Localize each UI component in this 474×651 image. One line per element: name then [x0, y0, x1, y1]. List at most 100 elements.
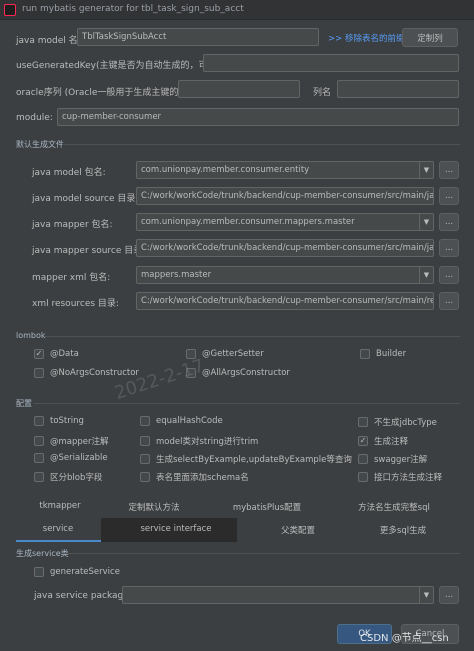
browse-button[interactable]: ... [439, 187, 459, 205]
config-item-checkbox[interactable] [358, 472, 368, 482]
config-item-checkbox[interactable] [358, 454, 368, 464]
java-model-name-input[interactable]: TblTaskSignSubAcct [77, 28, 319, 46]
tab-父类配置[interactable]: 父类配置 [238, 524, 358, 536]
remove-prefix-link[interactable]: >> 移除表名的前缀 [328, 32, 404, 44]
lombok-item-checkbox[interactable]: ✓ [34, 349, 44, 359]
config-item-label: @Serializable [50, 453, 108, 463]
lombok-item-label: @AllArgsConstructor [202, 368, 290, 378]
config-item-option[interactable]: @Serializable [34, 453, 108, 463]
config-item-option[interactable]: model类对string进行trim [140, 435, 258, 447]
default-file-value: C:/work/workCode/trunk/backend/cup-membe… [141, 296, 433, 306]
title-bar: run mybatis generator for tbl_task_sign_… [0, 0, 474, 20]
java-service-package-label: java service package [34, 591, 129, 601]
default-file-label: xml resources 目录: [32, 299, 119, 309]
config-item-option[interactable]: toString [34, 416, 84, 426]
default-file-combo[interactable]: com.unionpay.member.consumer.entity ▼ [136, 161, 434, 179]
default-file-value: com.unionpay.member.consumer.mappers.mas… [141, 217, 355, 227]
intellij-app-icon [4, 4, 16, 16]
lombok-section-title: lombok [16, 331, 46, 340]
config-separator [34, 403, 460, 404]
oracle-sequence-label: oracle序列 (Oracle一般用于生成主键的序列) [16, 88, 200, 98]
checkmark-icon: ✓ [359, 436, 367, 445]
java-model-name-value: TblTaskSignSubAcct [82, 32, 167, 42]
config-item-checkbox[interactable]: ✓ [358, 436, 368, 446]
lombok-item-option[interactable]: ✓ @Data [34, 349, 79, 359]
tab-方法名生成完整sql[interactable]: 方法名生成完整sql [334, 501, 454, 513]
default-file-value: mappers.master [141, 270, 212, 280]
config-item-checkbox[interactable] [140, 472, 150, 482]
default-file-value: C:/work/workCode/trunk/backend/cup-membe… [141, 191, 434, 201]
config-item-option[interactable]: 接口方法生成注释 [358, 471, 442, 483]
config-item-checkbox[interactable] [34, 416, 44, 426]
module-label: module: [16, 113, 53, 123]
config-item-checkbox[interactable] [34, 472, 44, 482]
config-item-option[interactable]: 生成selectByExample,updateByExample等查询 [140, 453, 352, 465]
service-separator [60, 553, 460, 554]
browse-button[interactable]: ... [439, 161, 459, 179]
tab-service[interactable]: service [0, 524, 118, 534]
default-file-combo[interactable]: com.unionpay.member.consumer.mappers.mas… [136, 213, 434, 231]
java-service-package-browse-button[interactable]: ... [439, 586, 459, 604]
module-input[interactable]: cup-member-consumer [57, 108, 459, 126]
default-file-path-input[interactable]: C:/work/workCode/trunk/backend/cup-membe… [136, 187, 434, 205]
tab-更多sql生成[interactable]: 更多sql生成 [343, 524, 463, 536]
config-item-option[interactable]: 表名里面添加schema名 [140, 471, 249, 483]
generate-service-option[interactable]: generateService [34, 567, 120, 577]
tab-定制默认方法[interactable]: 定制默认方法 [94, 501, 214, 513]
config-item-checkbox[interactable] [140, 416, 150, 426]
lombok-item-label: @Data [50, 349, 79, 359]
browse-button[interactable]: ... [439, 292, 459, 310]
config-item-label: toString [50, 416, 84, 426]
chevron-down-icon[interactable]: ▼ [419, 162, 433, 178]
default-file-label: mapper xml 包名: [32, 273, 111, 283]
lombok-item-checkbox[interactable] [34, 368, 44, 378]
config-item-checkbox[interactable] [140, 436, 150, 446]
tab-service-interface[interactable]: service interface [116, 524, 236, 534]
oracle-sequence-input[interactable] [178, 80, 300, 98]
lombok-item-checkbox[interactable] [360, 349, 370, 359]
column-name-input[interactable] [337, 80, 459, 98]
config-item-option[interactable]: 区分blob字段 [34, 471, 102, 483]
use-generated-key-label: useGeneratedKey(主键是否为自动生成的，可为空): [16, 61, 233, 71]
config-item-option[interactable]: swagger注解 [358, 453, 427, 465]
customize-columns-button[interactable]: 定制列 [402, 28, 458, 47]
config-item-option[interactable]: 不生成jdbcType [358, 416, 437, 428]
default-files-section-title: 默认生成文件 [16, 140, 64, 149]
default-file-path-input[interactable]: C:/work/workCode/trunk/backend/cup-membe… [136, 292, 434, 310]
browse-button[interactable]: ... [439, 213, 459, 231]
generate-service-checkbox[interactable] [34, 567, 44, 577]
chevron-down-icon[interactable]: ▼ [419, 214, 433, 230]
default-file-combo[interactable]: mappers.master ▼ [136, 266, 434, 284]
config-item-checkbox[interactable] [358, 417, 368, 427]
tab-mybatisplus配置[interactable]: mybatisPlus配置 [207, 501, 327, 513]
config-item-checkbox[interactable] [34, 453, 44, 463]
browse-button[interactable]: ... [439, 266, 459, 284]
lombok-item-option[interactable]: @NoArgsConstructor [34, 368, 139, 378]
lombok-separator [44, 336, 460, 337]
module-value: cup-member-consumer [62, 112, 162, 122]
chevron-down-icon[interactable]: ▼ [419, 587, 433, 603]
lombok-item-label: @NoArgsConstructor [50, 368, 139, 378]
lombok-item-option[interactable]: Builder [360, 349, 406, 359]
use-generated-key-input[interactable] [203, 54, 459, 72]
config-item-label: 不生成jdbcType [374, 418, 437, 428]
checkmark-icon: ✓ [35, 349, 43, 358]
config-item-label: 生成selectByExample,updateByExample等查询 [156, 455, 352, 465]
config-item-option[interactable]: ✓ 生成注释 [358, 435, 408, 447]
config-item-label: model类对string进行trim [156, 437, 259, 447]
config-item-checkbox[interactable] [140, 454, 150, 464]
config-item-label: swagger注解 [374, 455, 428, 465]
config-item-option[interactable]: equalHashCode [140, 416, 223, 426]
config-item-label: 接口方法生成注释 [374, 473, 443, 483]
chevron-down-icon[interactable]: ▼ [419, 267, 433, 283]
generate-service-label: generateService [50, 567, 120, 577]
config-item-checkbox[interactable] [34, 436, 44, 446]
config-item-label: 区分blob字段 [50, 473, 103, 483]
default-file-path-input[interactable]: C:/work/workCode/trunk/backend/cup-membe… [136, 239, 434, 257]
config-item-label: equalHashCode [156, 416, 223, 426]
java-model-name-label: java model 名: [16, 36, 81, 46]
config-item-option[interactable]: @mapper注解 [34, 435, 109, 447]
browse-button[interactable]: ... [439, 239, 459, 257]
lombok-item-label: @GetterSetter [202, 349, 264, 359]
java-service-package-combo[interactable]: ▼ [122, 586, 434, 604]
